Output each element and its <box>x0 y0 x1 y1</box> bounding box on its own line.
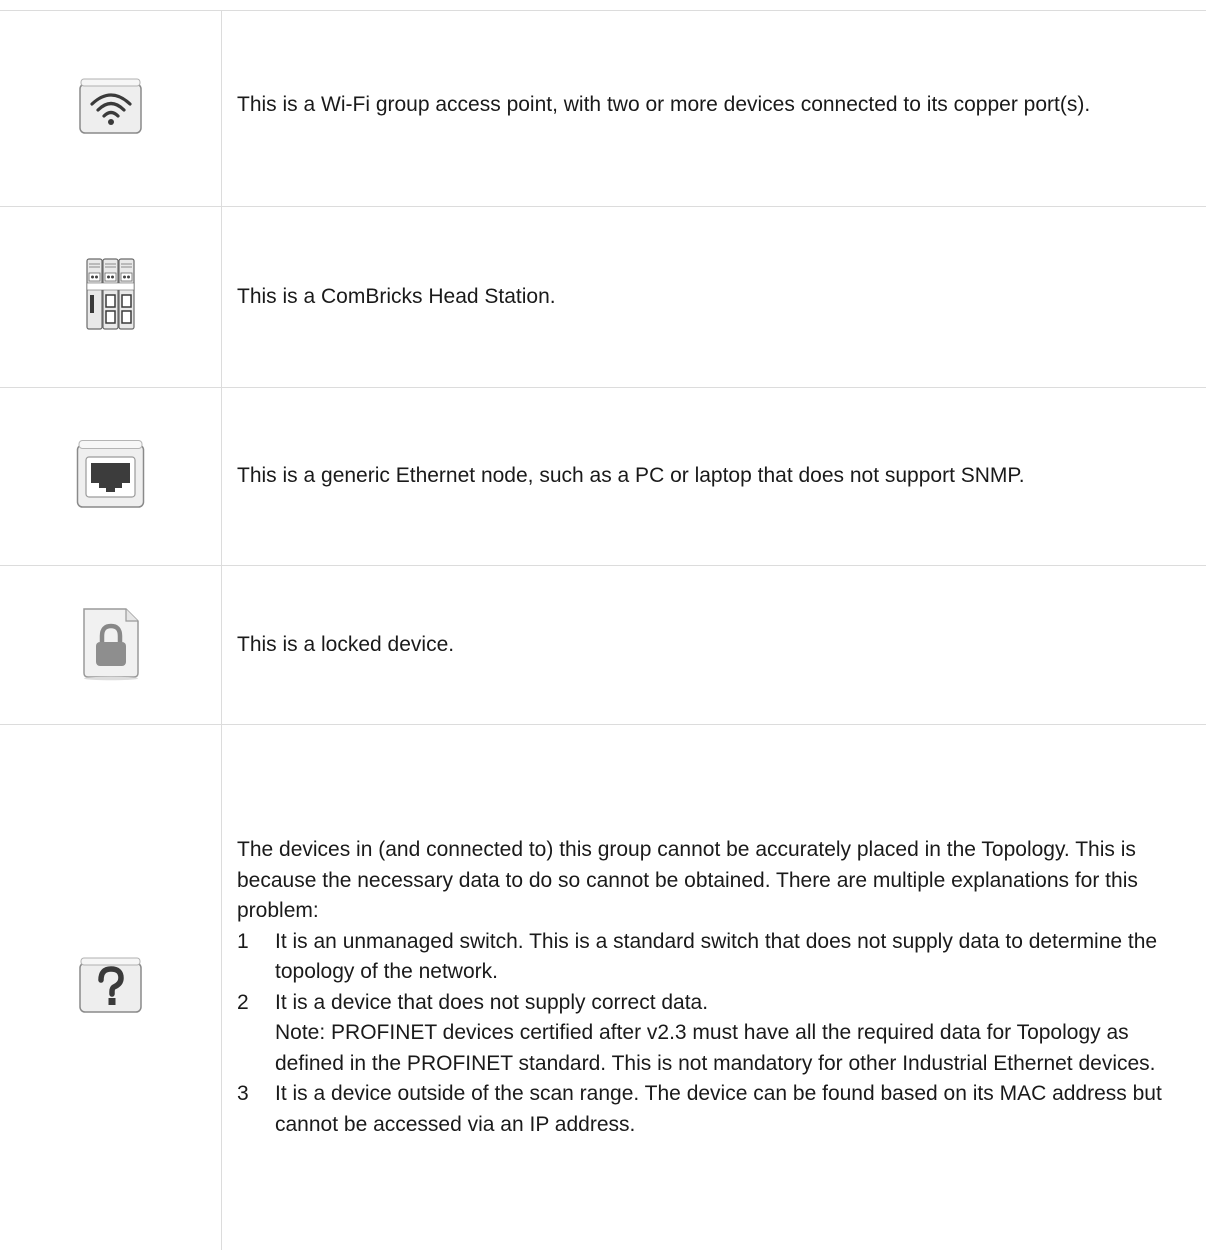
description-cell: The devices in (and connected to) this g… <box>222 725 1206 1250</box>
locked-device-description: This is a locked device. <box>237 632 455 656</box>
unknown-group-question-icon <box>78 956 143 1019</box>
legend-row-wifi-access-point: This is a Wi-Fi group access point, with… <box>0 11 1206 207</box>
icon-cell <box>0 207 222 387</box>
list-item-note: Note: PROFINET devices certified after v… <box>275 1021 1156 1075</box>
list-item-text: It is an unmanaged switch. This is a sta… <box>275 929 1158 984</box>
list-item: 3 It is a device outside of the scan ran… <box>237 1079 1186 1140</box>
ethernet-node-icon <box>76 439 146 514</box>
combricks-head-station-description: This is a ComBricks Head Station. <box>237 284 556 308</box>
icon-cell <box>0 11 222 206</box>
list-item-text: It is a device that does not supply corr… <box>275 990 709 1014</box>
list-item-text: It is a device outside of the scan range… <box>275 1082 1162 1136</box>
legend-row-unknown-group: The devices in (and connected to) this g… <box>0 725 1206 1250</box>
wifi-access-point-description: This is a Wi-Fi group access point, with… <box>237 93 1091 117</box>
description-cell: This is a Wi-Fi group access point, with… <box>222 11 1206 206</box>
description-cell: This is a generic Ethernet node, such as… <box>222 388 1206 565</box>
explanation-list: 1 It is an unmanaged switch. This is a s… <box>237 927 1186 1141</box>
icon-cell <box>0 566 222 724</box>
icon-cell <box>0 725 222 1250</box>
ethernet-node-description: This is a generic Ethernet node, such as… <box>237 464 1025 488</box>
list-item: 1 It is an unmanaged switch. This is a s… <box>237 927 1186 988</box>
legend-row-ethernet-node: This is a generic Ethernet node, such as… <box>0 388 1206 566</box>
combricks-head-station-icon <box>83 255 139 340</box>
legend-row-locked-device: This is a locked device. <box>0 566 1206 725</box>
locked-device-icon <box>76 605 146 686</box>
device-icon-legend-table: This is a Wi-Fi group access point, with… <box>0 10 1206 1250</box>
list-item-number: 1 <box>237 929 249 953</box>
unknown-group-intro: The devices in (and connected to) this g… <box>237 838 1138 922</box>
unknown-group-description: The devices in (and connected to) this g… <box>237 835 1186 1140</box>
icon-cell <box>0 388 222 565</box>
description-cell: This is a locked device. <box>222 566 1206 724</box>
list-item-body: It is a device that does not supply corr… <box>275 988 1186 1080</box>
list-item-number: 2 <box>237 990 249 1014</box>
list-item-number: 3 <box>237 1082 249 1105</box>
description-cell: This is a ComBricks Head Station. <box>222 207 1206 387</box>
list-item: 2 It is a device that does not supply co… <box>237 988 1186 1080</box>
wifi-group-access-point-icon <box>78 77 143 140</box>
legend-row-combricks-head-station: This is a ComBricks Head Station. <box>0 207 1206 388</box>
